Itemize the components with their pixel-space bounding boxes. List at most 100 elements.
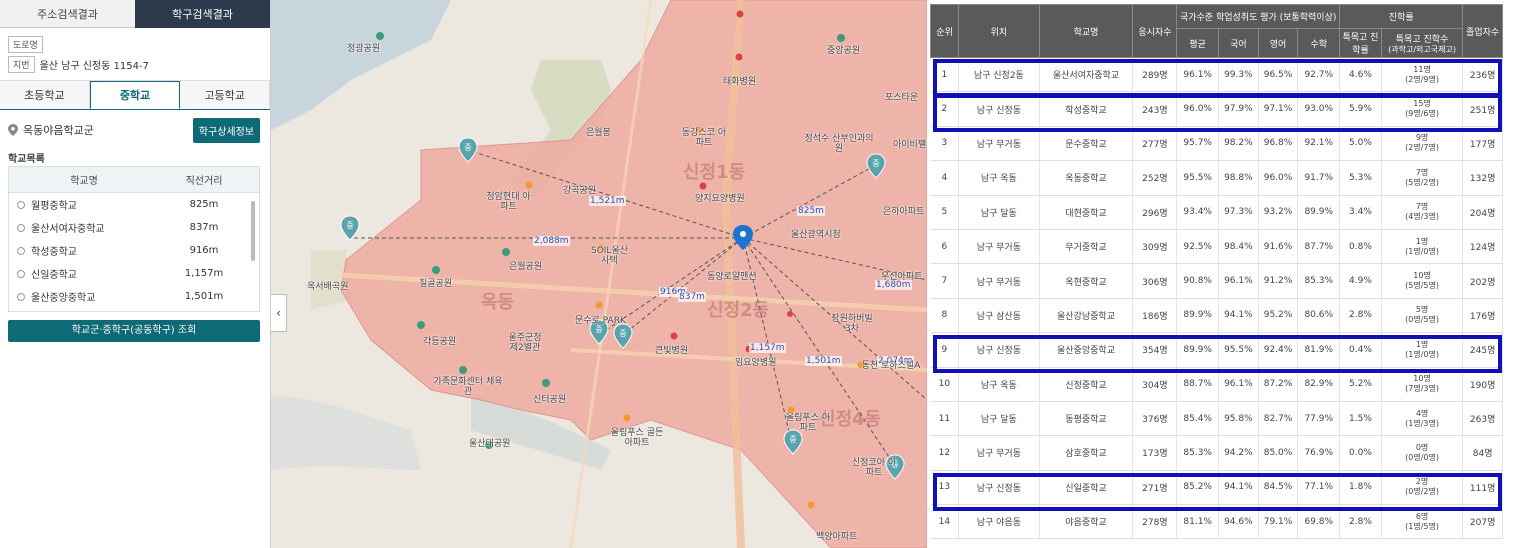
cell-kor: 98.8% <box>1218 160 1259 196</box>
cell-math: 77.9% <box>1297 401 1341 437</box>
ranking-row[interactable]: 12 남구 무거동 삼호중학교 173명 85.3% 94.2% 85.0% 76.9% 0.0… <box>930 435 1503 471</box>
district-label: 신정1동 <box>683 162 746 183</box>
school-name: 학성중학교 <box>31 247 77 258</box>
ranking-row[interactable]: 11 남구 달동 동평중학교 376명 85.4% 95.8% 82.7% 77.9% 1.5%… <box>930 401 1503 437</box>
ranking-row[interactable]: 3 남구 무거동 문수중학교 277명 95.7% 98.2% 96.8% 92.1% 5.0%… <box>930 126 1503 162</box>
cell-scount: 15명 (9명/6명) <box>1381 91 1464 127</box>
header-examinees: 응시자수 <box>1132 4 1178 58</box>
tab-middle[interactable]: 중학교 <box>89 81 181 109</box>
cell-rank: 8 <box>930 298 960 334</box>
place-label: 신정코아 아파트 <box>851 458 897 478</box>
school-row[interactable]: 학성중학교 916m <box>9 239 259 262</box>
cell-rank: 11 <box>930 401 960 437</box>
special-count-value: 7명 <box>1415 167 1429 177</box>
radio-icon[interactable] <box>17 246 25 255</box>
tab-elementary[interactable]: 초등학교 <box>0 81 90 109</box>
cell-eng: 95.2% <box>1258 298 1299 334</box>
cell-grad: 245명 <box>1462 332 1503 368</box>
cell-school: 대현중학교 <box>1039 195 1134 230</box>
cell-exam: 278명 <box>1132 504 1178 540</box>
cell-eng: 96.0% <box>1258 160 1299 196</box>
cell-avg: 95.5% <box>1176 160 1220 196</box>
place-label: 동강스코 아파트 <box>681 128 727 148</box>
road-name-chip[interactable]: 도로명 <box>8 36 43 53</box>
school-distance: 916m <box>189 245 219 256</box>
cell-math: 93.0% <box>1297 91 1341 127</box>
radio-icon[interactable] <box>17 223 25 232</box>
place-label: 큰빛병원 <box>655 346 689 356</box>
radio-icon[interactable] <box>17 292 25 301</box>
tab-high[interactable]: 고등학교 <box>180 81 271 109</box>
cell-eng: 82.7% <box>1258 401 1299 437</box>
ranking-row[interactable]: 1 남구 신정2동 울산서여자중학교 289명 96.1% 99.3% 96.5% 92.7%… <box>930 57 1503 93</box>
place-label: 정광공원 <box>347 44 381 54</box>
header-math: 수학 <box>1297 28 1341 58</box>
ranking-row[interactable]: 14 남구 야음동 야음중학교 278명 81.1% 94.6% 79.1% 69.8% 2.8… <box>930 504 1503 540</box>
cell-kor: 98.2% <box>1218 126 1259 162</box>
cell-srate: 2.8% <box>1339 504 1382 540</box>
distance-label: 1,501m <box>805 356 842 366</box>
ranking-row[interactable]: 4 남구 옥동 옥동중학교 252명 95.5% 98.8% 96.0% 91.7% 5.3% 7… <box>930 160 1503 196</box>
ranking-body: 1 남구 신정2동 울산서여자중학교 289명 96.1% 99.3% 96.5% 92.7%… <box>930 57 1503 540</box>
district-search-button[interactable]: 학교군·중학구(공동학구) 조회 <box>8 320 260 342</box>
place-label: 문수로 PARK <box>575 316 626 326</box>
lot-number-chip[interactable]: 지번 <box>8 56 35 73</box>
cell-kor: 97.3% <box>1218 195 1259 230</box>
place-label: 질골공원 <box>419 279 453 289</box>
cell-kor: 97.9% <box>1218 91 1259 127</box>
place-label: 백양아파트 <box>816 532 858 542</box>
school-row[interactable]: 월평중학교 825m <box>9 193 259 216</box>
distance-label: 1,521m <box>589 196 626 206</box>
cell-rank: 12 <box>930 435 960 471</box>
place-label: 울산광역시청 <box>791 230 841 240</box>
cell-srate: 0.4% <box>1339 332 1382 368</box>
cell-avg: 85.4% <box>1176 401 1220 437</box>
tab-address-result[interactable]: 주소검색결과 <box>0 0 135 28</box>
ranking-row[interactable]: 8 남구 삼산동 울산강남중학교 186명 89.9% 94.1% 95.2% 80.6% 2.… <box>930 298 1503 334</box>
ranking-row[interactable]: 7 남구 무거동 옥현중학교 306명 90.8% 96.1% 91.2% 85.3% 4.9%… <box>930 263 1503 299</box>
cell-exam: 277명 <box>1132 126 1178 162</box>
cell-scount: 10명 (5명/5명) <box>1381 263 1464 299</box>
result-tabs: 주소검색결과 학구검색결과 <box>0 0 270 28</box>
district-detail-button[interactable]: 학구상세정보 <box>192 117 260 143</box>
school-distance: 1,157m <box>184 268 224 279</box>
cell-eng: 91.2% <box>1258 263 1299 299</box>
ranking-row[interactable]: 5 남구 달동 대현중학교 296명 93.4% 97.3% 93.2% 89.9% 3.4% 7… <box>930 195 1503 230</box>
cell-loc: 남구 신정동 <box>958 91 1040 127</box>
cell-eng: 84.5% <box>1258 470 1299 506</box>
cell-math: 89.9% <box>1297 195 1341 230</box>
cell-school: 신일중학교 <box>1039 470 1134 506</box>
school-row[interactable]: 울산서여자중학교 837m <box>9 216 259 239</box>
school-distance: 1,501m <box>184 291 224 302</box>
ranking-row[interactable]: 13 남구 신정동 신일중학교 271명 85.2% 94.1% 84.5% 77.1% 1.8… <box>930 470 1503 506</box>
ranking-row[interactable]: 9 남구 신정동 울산중앙중학교 354명 89.9% 95.5% 92.4% 81.9% 0.… <box>930 332 1503 368</box>
header-graduates: 졸업자수 <box>1462 4 1503 58</box>
place-label: 아이비팰 <box>893 140 927 150</box>
school-row[interactable]: 신일중학교 1,157m <box>9 262 259 285</box>
ranking-row[interactable]: 2 남구 신정동 학성중학교 243명 96.0% 97.9% 97.1% 93.0% 5.9%… <box>930 91 1503 127</box>
cell-loc: 남구 무거동 <box>958 126 1040 162</box>
ranking-row[interactable]: 6 남구 무거동 무거중학교 309명 92.5% 98.4% 91.6% 87.7% 0.8%… <box>930 229 1503 265</box>
special-count-value: 0명 <box>1415 442 1429 452</box>
special-count-breakdown: (1명/5명) <box>1405 521 1439 531</box>
cell-rank: 14 <box>930 504 960 540</box>
cell-kor: 96.1% <box>1218 263 1259 299</box>
ranking-row[interactable]: 10 남구 옥동 신정중학교 304명 88.7% 96.1% 87.2% 82.9% 5.2%… <box>930 367 1503 402</box>
tab-district-result[interactable]: 학구검색결과 <box>135 0 270 28</box>
collapse-panel-button[interactable]: ‹ <box>271 294 287 332</box>
district-name: 옥동야음학교군 <box>23 124 94 137</box>
list-scrollbar[interactable] <box>251 201 255 261</box>
place-label: 올림푸스 아파트 <box>785 413 831 433</box>
map-view[interactable]: 중 중 중 중 중 중 중 신정1동 옥동 신정2동 신정4동 1,521m 8… <box>271 0 927 548</box>
radio-icon[interactable] <box>17 200 25 209</box>
school-row[interactable]: 울산중앙중학교 1,501m <box>9 285 259 308</box>
cell-loc: 남구 신정2동 <box>958 57 1040 93</box>
school-list-table: 학교명 직선거리 월평중학교 825m 울산서여자중학교 837m 학성중학교 916… <box>8 166 260 312</box>
cell-avg: 85.3% <box>1176 435 1220 471</box>
cell-eng: 91.6% <box>1258 229 1299 265</box>
cell-math: 87.7% <box>1297 229 1341 265</box>
place-label: 정석수 산부인과의원 <box>804 134 874 154</box>
school-name: 울산중앙중학교 <box>31 293 96 304</box>
radio-icon[interactable] <box>17 269 25 278</box>
cell-grad: 111명 <box>1462 470 1503 506</box>
